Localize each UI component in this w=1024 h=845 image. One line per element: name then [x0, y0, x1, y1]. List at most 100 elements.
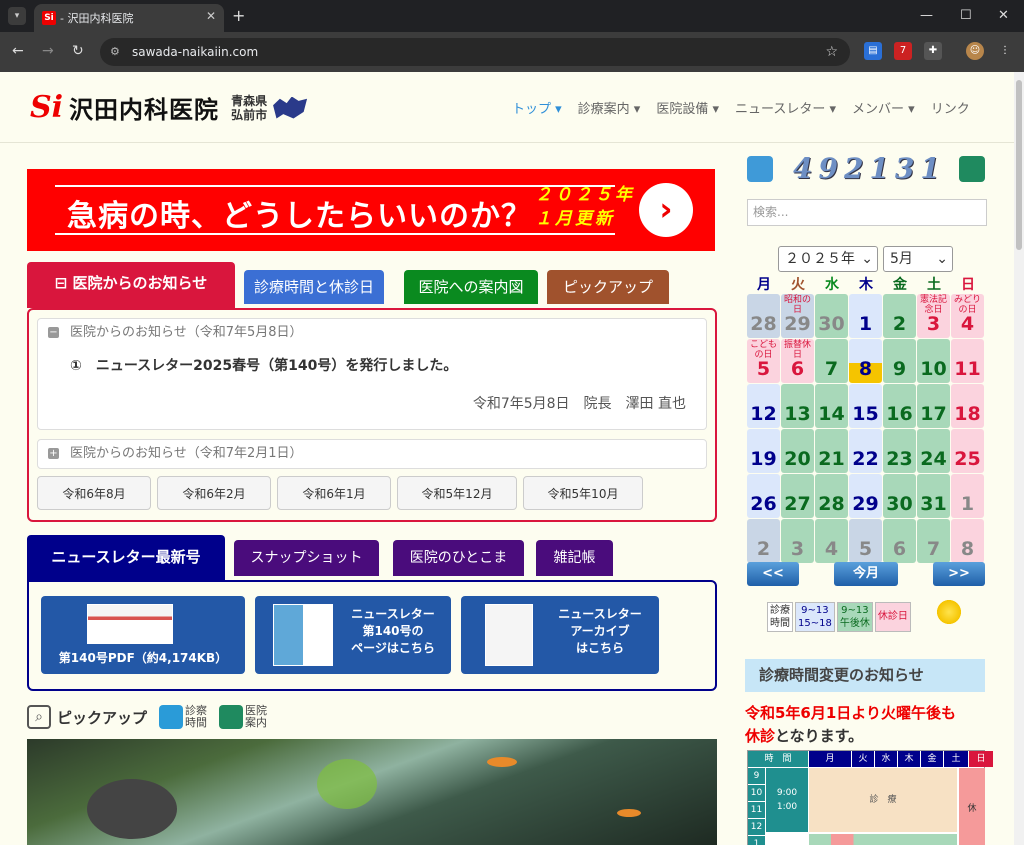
calendar-day[interactable]: 30 [815, 294, 848, 338]
calendar-day[interactable]: 20 [781, 429, 814, 473]
maximize-icon[interactable]: ☐ [960, 8, 972, 23]
minimize-icon[interactable]: — [920, 8, 933, 23]
extension-translate-icon[interactable]: ▤ [864, 42, 882, 60]
newsletter-tab-1[interactable]: スナップショット [234, 540, 379, 576]
extension-badge-icon[interactable]: 7 [894, 42, 912, 60]
this-month-button[interactable]: 今月 [834, 562, 898, 586]
calendar-day[interactable]: 16 [883, 384, 916, 428]
clinic-hours-link[interactable]: 診察 時間 [159, 705, 207, 729]
expand-plus-icon[interactable]: + [48, 448, 59, 459]
close-tab-icon[interactable]: ✕ [206, 9, 216, 23]
calendar-day[interactable]: 23 [883, 429, 916, 473]
address-bar[interactable]: ⚙ sawada-naikaiin.com ☆ [100, 38, 850, 66]
calendar-day[interactable]: みどりの日 4 [951, 294, 984, 338]
collapse-minus-icon[interactable]: − [48, 327, 59, 338]
calendar-day[interactable]: 10 [917, 339, 950, 383]
bookmark-star-icon[interactable]: ☆ [825, 38, 838, 66]
newsletter-tab-0[interactable]: ニュースレター最新号 [27, 535, 225, 581]
tab-search-icon[interactable]: ▾ [8, 7, 26, 25]
archive-button-0[interactable]: 令和6年8月 [37, 476, 151, 510]
nav-item-5[interactable]: リンク [931, 98, 970, 117]
back-icon[interactable]: ← [12, 43, 24, 59]
scrollbar-thumb[interactable] [1016, 80, 1022, 250]
calendar-day[interactable]: 28 [747, 294, 780, 338]
calendar-day[interactable]: 6 [883, 519, 916, 563]
emergency-banner[interactable]: 急病の時、どうしたらいいのか？ ２０２５年 １月更新 › [27, 169, 715, 251]
calendar-day[interactable]: 24 [917, 429, 950, 473]
calendar-day[interactable]: 30 [883, 474, 916, 518]
calendar-day[interactable]: 7 [917, 519, 950, 563]
chevron-right-icon[interactable]: › [639, 183, 693, 237]
calendar-day[interactable]: 17 [917, 384, 950, 428]
menu-kebab-icon[interactable]: ⋮ [996, 42, 1014, 60]
newsletter-tab-2[interactable]: 医院のひとこま [393, 540, 524, 576]
calendar-day[interactable]: 28 [815, 474, 848, 518]
calendar-day[interactable]: 19 [747, 429, 780, 473]
year-select[interactable]: ２０２５年 ⌄ [778, 246, 878, 272]
calendar-day[interactable]: 27 [781, 474, 814, 518]
page-scrollbar[interactable] [1014, 72, 1024, 845]
newsletter-archive-button[interactable]: ニュースレター アーカイブ はこちら [461, 596, 659, 674]
calendar-day[interactable]: 8 [951, 519, 984, 563]
calendar-day[interactable]: 14 [815, 384, 848, 428]
newsletter-page-button[interactable]: ニュースレター 第140号の ページはこちら [255, 596, 451, 674]
notice-tab-1[interactable]: 診療時間と休診日 [244, 270, 384, 304]
site-logo[interactable]: Si 沢田内科医院 青森県 弘前市 [30, 90, 308, 125]
calendar-day[interactable]: 憲法記念日 3 [917, 294, 950, 338]
calendar-day[interactable]: 31 [917, 474, 950, 518]
calendar-day[interactable]: 29 [849, 474, 882, 518]
calendar-day[interactable]: こどもの日 5 [747, 339, 780, 383]
calendar-day[interactable]: 21 [815, 429, 848, 473]
newsletter-tab-3[interactable]: 雑記帳 [536, 540, 613, 576]
calendar-day[interactable]: 12 [747, 384, 780, 428]
extensions-puzzle-icon[interactable]: ✚ [924, 42, 942, 60]
calendar-day[interactable]: 26 [747, 474, 780, 518]
calendar-day[interactable]: 3 [781, 519, 814, 563]
calendar-day[interactable]: 25 [951, 429, 984, 473]
nav-item-3[interactable]: ニュースレター ▾ [735, 98, 836, 117]
calendar-day[interactable]: 18 [951, 384, 984, 428]
forward-icon[interactable]: → [42, 43, 54, 59]
nav-item-0[interactable]: トップ ▾ [512, 98, 562, 117]
calendar-day[interactable]: 2 [883, 294, 916, 338]
calendar-day[interactable]: 13 [781, 384, 814, 428]
calendar-day[interactable]: 8 [849, 339, 882, 383]
browser-tab[interactable]: Si - 沢田内科医院 ✕ [34, 4, 224, 32]
notice-tab-2[interactable]: 医院への案内図 [404, 270, 538, 304]
archive-button-2[interactable]: 令和6年1月 [277, 476, 391, 510]
calendar-day[interactable]: 昭和の日 29 [781, 294, 814, 338]
calendar-day[interactable]: 4 [815, 519, 848, 563]
notice-accordion-closed[interactable]: + 医院からのお知らせ（令和7年2月1日） [37, 439, 707, 469]
next-month-button[interactable]: >> [933, 562, 985, 586]
notice-tab-3[interactable]: ピックアップ [547, 270, 669, 304]
calendar-day[interactable]: 2 [747, 519, 780, 563]
archive-button-4[interactable]: 令和5年10月 [523, 476, 643, 510]
nav-item-1[interactable]: 診療案内 ▾ [578, 98, 641, 117]
nav-item-2[interactable]: 医院設備 ▾ [656, 98, 719, 117]
clinic-guide-link[interactable]: 医院 案内 [219, 705, 267, 729]
month-select[interactable]: 5月 ⌄ [883, 246, 953, 272]
calendar-day[interactable]: 1 [951, 474, 984, 518]
calendar-day[interactable]: 5 [849, 519, 882, 563]
notice-tab-0[interactable]: ⊟ 医院からのお知らせ [27, 262, 235, 308]
calendar-day[interactable]: 振替休日 6 [781, 339, 814, 383]
reload-icon[interactable]: ↻ [72, 43, 84, 59]
archive-button-1[interactable]: 令和6年2月 [157, 476, 271, 510]
calendar-day[interactable]: 9 [883, 339, 916, 383]
archive-button-3[interactable]: 令和5年12月 [397, 476, 517, 510]
site-info-icon[interactable]: ⚙ [110, 38, 120, 66]
close-window-icon[interactable]: ✕ [998, 8, 1009, 23]
calendar-day[interactable]: 1 [849, 294, 882, 338]
calendar-day[interactable]: 15 [849, 384, 882, 428]
notice-header-open[interactable]: − 医院からのお知らせ（令和7年5月8日） [38, 319, 706, 347]
newsletter-pdf-button[interactable]: 第140号PDF（約4,174KB） [41, 596, 245, 674]
calendar-day[interactable]: 11 [951, 339, 984, 383]
calendar-day[interactable]: 22 [849, 429, 882, 473]
new-tab-icon[interactable]: + [232, 6, 245, 25]
prev-month-button[interactable]: << [747, 562, 799, 586]
notice-header-closed[interactable]: + 医院からのお知らせ（令和7年2月1日） [38, 440, 706, 468]
nav-item-4[interactable]: メンバー ▾ [852, 98, 915, 117]
profile-avatar-icon[interactable]: ☺ [966, 42, 984, 60]
calendar-day[interactable]: 7 [815, 339, 848, 383]
search-input[interactable]: 検索... [747, 199, 987, 226]
